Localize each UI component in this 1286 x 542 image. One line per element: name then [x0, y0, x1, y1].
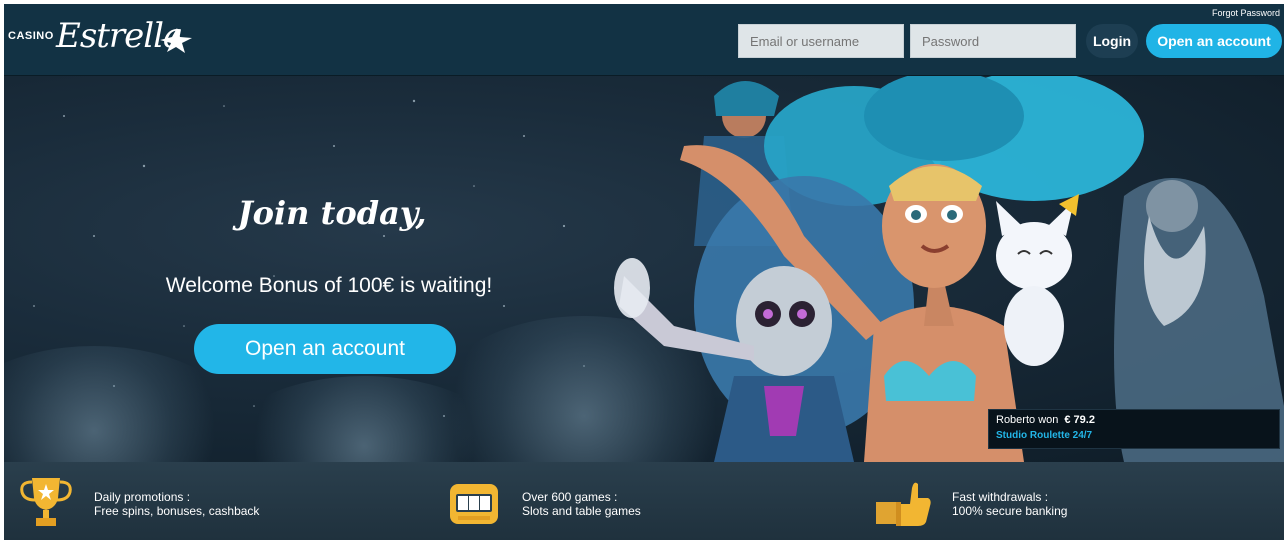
game-characters-artwork	[614, 76, 1284, 462]
feature-description: Slots and table games	[522, 504, 641, 518]
slot-machine-icon	[450, 484, 498, 524]
hero-title: Join today,	[237, 194, 427, 232]
casino-page: CASINO Estrella Forgot Password Login Op…	[4, 4, 1284, 540]
open-account-header-button[interactable]: Open an account	[1146, 24, 1282, 58]
feature-description: 100% secure banking	[952, 504, 1068, 518]
password-input[interactable]	[910, 24, 1076, 58]
winner-text: Roberto won	[996, 414, 1059, 426]
star-logo-icon	[160, 28, 192, 53]
hero-banner: Join today, Welcome Bonus of 100€ is wai…	[4, 76, 1284, 462]
login-button[interactable]: Login	[1086, 24, 1138, 58]
trophy-icon	[20, 478, 72, 526]
forgot-password-link[interactable]: Forgot Password	[1212, 8, 1280, 18]
features-bar: Daily promotions : Free spins, bonuses, …	[4, 462, 1284, 540]
winner-ticker[interactable]: Roberto won € 79.2 Studio Roulette 24/7	[988, 409, 1280, 449]
thumbs-up-icon	[876, 482, 931, 526]
feature-text: Daily promotions : Free spins, bonuses, …	[94, 490, 259, 518]
feature-title: Daily promotions :	[94, 490, 191, 504]
welcome-bonus-text: Welcome Bonus of 100€ is waiting!	[165, 274, 493, 297]
winner-amount: € 79.2	[1064, 414, 1095, 426]
feature-title: Fast withdrawals :	[952, 490, 1049, 504]
feature-text: Fast withdrawals : 100% secure banking	[952, 490, 1067, 518]
winner-game-link[interactable]: Studio Roulette 24/7	[996, 430, 1272, 441]
email-username-input[interactable]	[738, 24, 904, 58]
site-logo[interactable]: CASINO Estrella	[8, 14, 208, 64]
open-account-hero-button[interactable]: Open an account	[194, 324, 456, 374]
feature-text: Over 600 games : Slots and table games	[522, 490, 641, 518]
top-header: CASINO Estrella Forgot Password Login Op…	[4, 4, 1284, 76]
logo-prefix: CASINO	[8, 30, 54, 42]
feature-description: Free spins, bonuses, cashback	[94, 504, 260, 518]
feature-title: Over 600 games :	[522, 490, 618, 504]
winner-line: Roberto won € 79.2	[996, 414, 1272, 426]
